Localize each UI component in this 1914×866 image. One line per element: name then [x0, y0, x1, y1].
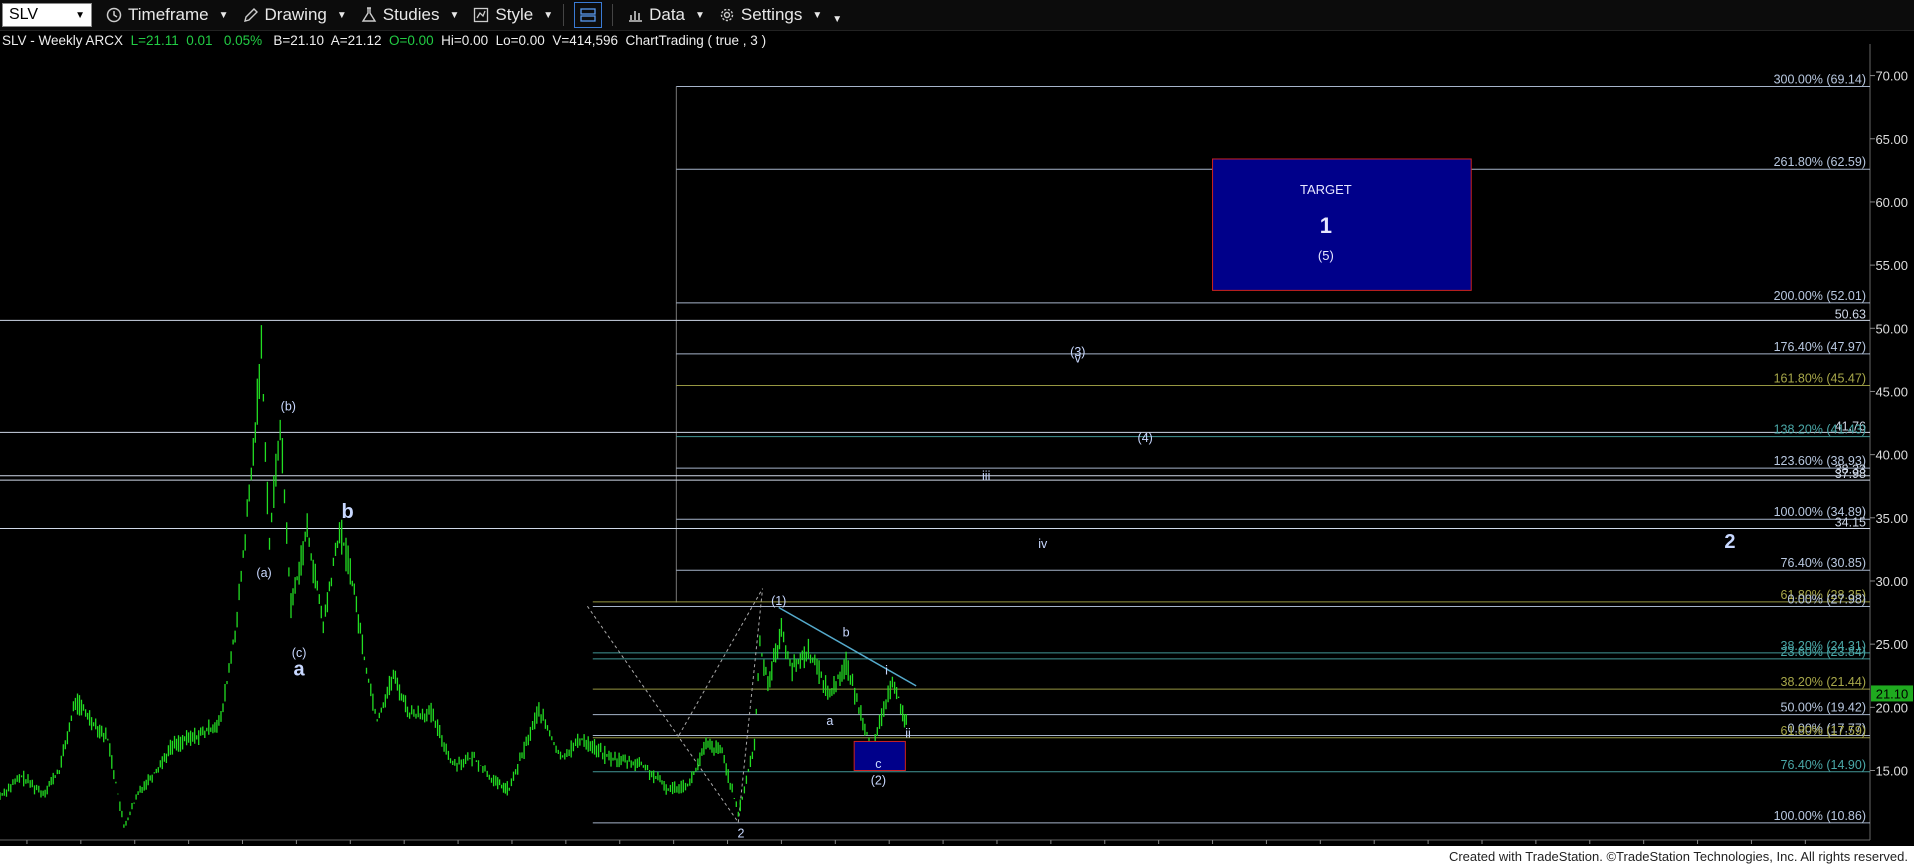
- wave-label: (c): [292, 646, 307, 660]
- y-tick-label: 25.00: [1875, 637, 1908, 652]
- fib-level-label: 161.80% (45.47): [1774, 372, 1866, 386]
- caret-down-icon: ▼: [543, 9, 554, 21]
- style-label: Style: [495, 5, 534, 24]
- fib-level-label: 200.00% (52.01): [1774, 289, 1866, 303]
- fib-level-label: 176.40% (47.97): [1774, 340, 1866, 354]
- data-button[interactable]: Data ▼: [627, 5, 705, 25]
- caret-down-icon: ▼: [336, 9, 347, 21]
- wave-label: v: [1075, 351, 1082, 365]
- y-tick-label: 70.00: [1875, 69, 1908, 84]
- wave-label: ii: [905, 727, 911, 741]
- settings-label: Settings: [740, 5, 803, 24]
- y-tick-label: 35.00: [1875, 511, 1908, 526]
- data-label: Data: [649, 5, 686, 24]
- drawing-label: Drawing: [264, 5, 327, 24]
- wave-label: i: [885, 663, 888, 677]
- timeframe-button[interactable]: Timeframe ▼: [106, 5, 229, 25]
- studies-label: Studies: [382, 5, 440, 24]
- fib-level-label: 100.00% (34.89): [1774, 505, 1866, 519]
- target-title: TARGET: [1300, 182, 1352, 197]
- symbol-value: SLV: [9, 6, 39, 23]
- downtrend-line: [778, 606, 917, 687]
- studies-button[interactable]: Studies ▼: [361, 5, 460, 25]
- drawing-button[interactable]: Drawing ▼: [243, 5, 347, 25]
- toolbar: SLV ▼ Timeframe ▼ Drawing ▼ Studies ▼ St…: [0, 0, 1914, 31]
- fib-level-label: 38.20% (21.44): [1781, 675, 1866, 689]
- fib-level-label: 61.80% (17.59): [1781, 724, 1866, 738]
- y-tick-label: 40.00: [1875, 448, 1908, 463]
- fib-level-label: 76.40% (14.90): [1781, 758, 1866, 772]
- panels-icon: [580, 8, 596, 22]
- caret-down-icon: ▼: [812, 9, 823, 21]
- fib-level-label: 23.60% (23.84): [1781, 645, 1866, 659]
- target-wave-label: 1: [1320, 213, 1332, 238]
- y-tick-label: 30.00: [1875, 574, 1908, 589]
- bar-chart-icon: [629, 11, 643, 22]
- fib-extension-diagonal: [737, 588, 764, 823]
- fib-level-label: 300.00% (69.14): [1774, 72, 1866, 86]
- target-zone-box: [1212, 158, 1472, 291]
- toolbar-divider: [612, 4, 614, 26]
- y-tick-label: 45.00: [1875, 384, 1908, 399]
- wave-label: c: [875, 757, 881, 771]
- wave-label: (1): [771, 594, 786, 608]
- wave-label: b: [843, 626, 850, 640]
- wave-label: iv: [1038, 537, 1048, 551]
- wave-label: iii: [982, 469, 990, 483]
- level-label: 50.63: [1835, 307, 1866, 321]
- y-tick-label: 60.00: [1875, 195, 1908, 210]
- wave-label: a: [826, 714, 833, 728]
- symbol-input[interactable]: SLV ▼: [2, 3, 92, 27]
- settings-button[interactable]: Settings ▼ ▼: [719, 5, 842, 25]
- target-subwave-label: (5): [1318, 248, 1334, 263]
- y-tick-label: 55.00: [1875, 258, 1908, 273]
- price-chart[interactable]: 15.00 20.00 25.00 30.00 35.00 40.00 45.00 50.00…: [0, 44, 1914, 846]
- price-series: [0, 325, 907, 828]
- gear-icon: [720, 8, 734, 22]
- wave-label: 2: [1724, 531, 1735, 553]
- caret-down-icon: ▼: [449, 9, 460, 21]
- fib-level-label: 138.20% (41.43): [1774, 423, 1866, 437]
- wave-label: a: [294, 659, 306, 681]
- wave-label: (4): [1138, 431, 1153, 445]
- wave-label: (b): [281, 399, 296, 413]
- level-label: 37.98: [1835, 467, 1866, 481]
- fib-level-label: 100.00% (10.86): [1774, 809, 1866, 823]
- last-price-badge-label: 21.10: [1876, 686, 1909, 701]
- chevron-down-icon[interactable]: ▼: [75, 10, 85, 21]
- panel-toggle-button[interactable]: [574, 2, 603, 28]
- caret-down-icon: ▼: [218, 9, 229, 21]
- clock-icon: [106, 7, 122, 23]
- overflow-caret-icon[interactable]: ▼: [832, 14, 842, 25]
- fib-level-label: 50.00% (19.42): [1781, 701, 1866, 715]
- wave-label: (2): [871, 773, 886, 787]
- wave-label: b: [341, 501, 353, 523]
- y-tick-label: 65.00: [1875, 132, 1908, 147]
- flask-icon: [361, 7, 377, 22]
- fib-level-label: 123.60% (38.93): [1774, 454, 1866, 468]
- toolbar-divider: [563, 4, 565, 26]
- wave-label: (a): [256, 566, 271, 580]
- fib-level-label: 76.40% (30.85): [1781, 556, 1866, 570]
- copyright-footer: Created with TradeStation. ©TradeStation…: [1448, 849, 1908, 864]
- fib-level-label: 0.00% (27.98): [1787, 593, 1866, 607]
- y-tick-label: 15.00: [1875, 764, 1908, 779]
- y-tick-label: 20.00: [1875, 700, 1908, 715]
- style-button[interactable]: Style ▼: [473, 5, 553, 25]
- style-icon: [474, 7, 489, 23]
- wave-label: 2: [738, 826, 745, 840]
- timeframe-label: Timeframe: [128, 5, 209, 24]
- fib-level-label: 261.80% (62.59): [1774, 155, 1866, 169]
- y-tick-label: 50.00: [1875, 321, 1908, 336]
- pencil-icon: [243, 8, 258, 22]
- caret-down-icon: ▼: [695, 9, 705, 21]
